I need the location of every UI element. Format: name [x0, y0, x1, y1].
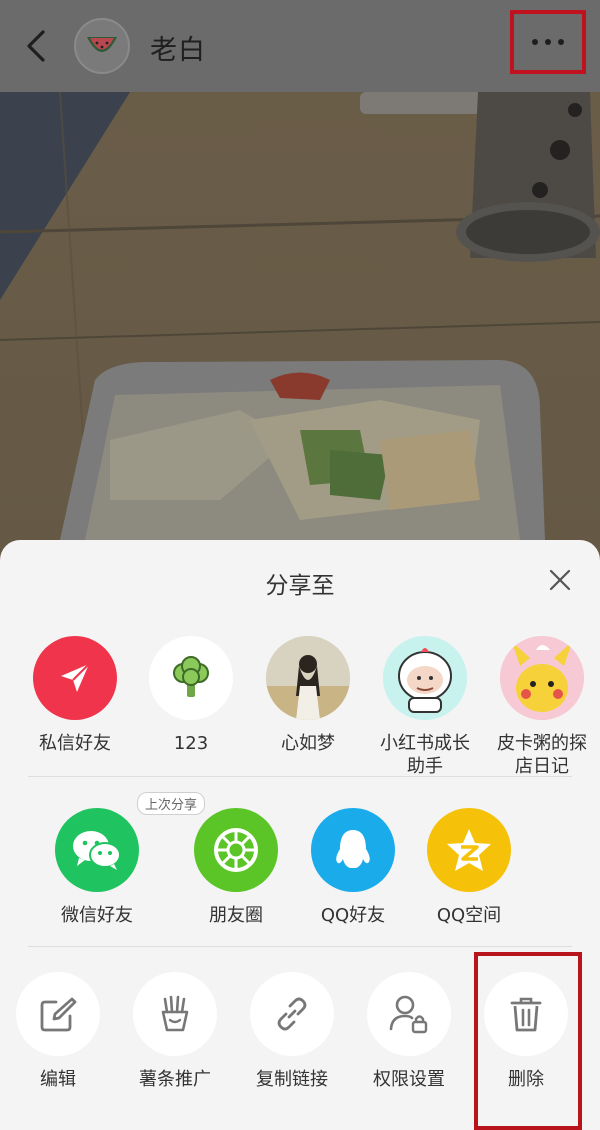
divider: [28, 776, 572, 777]
more-dot-icon: [558, 39, 564, 45]
delete-highlight-box: [474, 952, 582, 1130]
author-name[interactable]: 老白: [150, 28, 206, 67]
share-sheet-title: 分享至: [265, 573, 335, 599]
back-button[interactable]: [18, 24, 54, 68]
contact-123[interactable]: 123: [133, 636, 249, 755]
divider: [28, 946, 572, 947]
moments-icon: [194, 808, 278, 892]
contact-label: 皮卡粥的探 店日记: [484, 732, 600, 778]
author-avatar[interactable]: [74, 18, 130, 74]
astronaut-avatar: [383, 636, 467, 720]
top-bar: 老白: [0, 0, 600, 92]
more-dot-icon: [532, 39, 538, 45]
back-arrow-icon: [27, 30, 45, 62]
contact-label-line1: 小红书成长: [380, 733, 470, 754]
user-photo-girl: [266, 636, 350, 720]
contact-pikachu-diary[interactable]: 皮卡粥的探 店日记: [484, 636, 600, 778]
paper-plane-icon: [33, 636, 117, 720]
action-label: 编辑: [40, 1069, 76, 1090]
close-button[interactable]: [544, 564, 576, 596]
platform-label: QQ好友: [320, 905, 386, 926]
share-moments[interactable]: 朋友圈: [178, 808, 294, 927]
more-options-button[interactable]: [510, 10, 586, 74]
contact-label-line2: 店日记: [515, 756, 569, 777]
qq-icon: [311, 808, 395, 892]
action-label: 薯条推广: [139, 1069, 211, 1090]
contact-private-message[interactable]: 私信好友: [17, 636, 133, 755]
platform-label: QQ空间: [436, 905, 502, 926]
share-qzone[interactable]: QQ空间: [411, 808, 527, 927]
pikachu-avatar: [500, 636, 584, 720]
link-icon: [250, 972, 334, 1056]
contact-label: 私信好友: [39, 733, 111, 754]
edit-button[interactable]: 编辑: [0, 972, 116, 1091]
close-icon: [549, 569, 571, 591]
permission-settings-button[interactable]: 权限设置: [351, 972, 467, 1091]
platform-label: 朋友圈: [209, 905, 263, 926]
contact-label: 心如梦: [281, 733, 335, 754]
contact-xinrumeng[interactable]: 心如梦: [250, 636, 366, 755]
contact-label: 小红书成长 助手: [367, 732, 483, 778]
contact-label-line2: 助手: [407, 756, 443, 777]
share-sheet: 分享至 私信好友 123 心如梦 小红书成长 助手 皮卡粥的探 店日记 上次分享…: [0, 540, 600, 1130]
action-label: 权限设置: [373, 1069, 445, 1090]
copy-link-button[interactable]: 复制链接: [234, 972, 350, 1091]
qzone-icon: [427, 808, 511, 892]
fries-icon: [133, 972, 217, 1056]
platform-label: 微信好友: [61, 905, 133, 926]
more-dot-icon: [545, 39, 551, 45]
share-wechat-friend[interactable]: 上次分享 微信好友: [39, 792, 206, 927]
user-lock-icon: [367, 972, 451, 1056]
edit-icon: [16, 972, 100, 1056]
share-qq-friend[interactable]: QQ好友: [295, 808, 411, 927]
fries-promotion-button[interactable]: 薯条推广: [117, 972, 233, 1091]
action-label: 复制链接: [256, 1069, 328, 1090]
contact-xhs-assistant[interactable]: 小红书成长 助手: [367, 636, 483, 778]
contact-label: 123: [173, 733, 209, 754]
broccoli-icon: [149, 636, 233, 720]
watermelon-icon: [87, 37, 117, 52]
wechat-icon: [55, 808, 139, 892]
contact-label-line1: 皮卡粥的探: [497, 733, 587, 754]
